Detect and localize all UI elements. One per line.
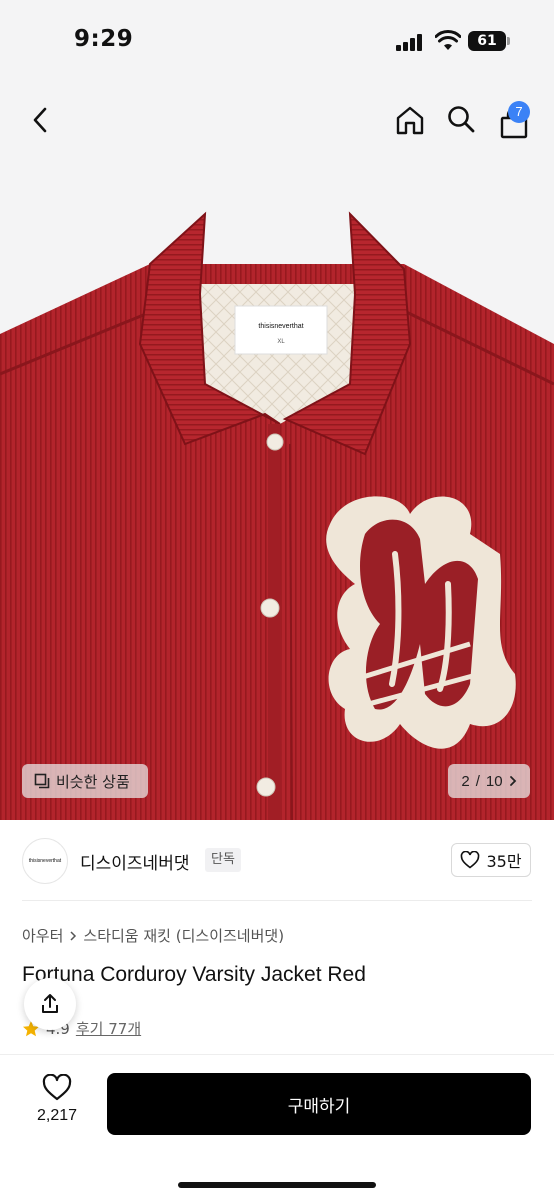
- battery-indicator: 61: [468, 31, 510, 51]
- chevron-right-icon: [70, 930, 77, 941]
- home-icon: [396, 106, 424, 135]
- pager-separator: /: [475, 772, 480, 790]
- breadcrumb-subcategory[interactable]: 스타디움 재킷 (디스이즈네버댓): [83, 925, 284, 946]
- status-bar: 9:29 61: [0, 0, 554, 84]
- home-button[interactable]: [392, 102, 428, 138]
- search-button[interactable]: [444, 102, 478, 136]
- breadcrumb-category[interactable]: 아우터: [22, 925, 63, 946]
- divider: [22, 900, 532, 901]
- garment-label-size: XL: [277, 339, 285, 345]
- heart-icon: [461, 851, 480, 869]
- image-pager[interactable]: 2 / 10: [448, 764, 530, 798]
- garment-label-text: thisisneverthat: [258, 323, 303, 330]
- brand-logo[interactable]: thisisneverthat: [22, 838, 68, 884]
- wishlist-button[interactable]: 2,217: [22, 1074, 92, 1134]
- wifi-icon: [435, 30, 461, 50]
- similar-products-button[interactable]: 비슷한 상품: [22, 764, 148, 798]
- pager-current: 2: [461, 772, 470, 790]
- share-icon: [42, 994, 58, 1013]
- search-icon: [448, 106, 475, 133]
- share-button[interactable]: [24, 978, 76, 1030]
- pager-total: 10: [485, 772, 503, 790]
- back-button[interactable]: [24, 104, 56, 136]
- brand-name[interactable]: 디스이즈네버댓: [80, 849, 189, 874]
- exclusive-badge: 단독: [205, 848, 241, 872]
- review-link[interactable]: 후기 77개: [76, 1018, 141, 1039]
- home-indicator: [178, 1182, 376, 1188]
- chevron-right-icon: [509, 776, 516, 786]
- brand-like-count: 35만: [486, 852, 522, 871]
- breadcrumb: 아우터 스타디움 재킷 (디스이즈네버댓): [22, 925, 284, 946]
- signal-icon: [396, 33, 426, 51]
- brand-like-button[interactable]: 35만: [451, 843, 531, 877]
- back-icon: [33, 107, 47, 133]
- cart-count-badge: 7: [508, 101, 530, 123]
- product-image[interactable]: thisisneverthat XL: [0, 84, 554, 820]
- buy-button[interactable]: 구매하기: [107, 1073, 531, 1135]
- status-time: 9:29: [74, 26, 134, 52]
- wishlist-count: 2,217: [36, 1107, 78, 1124]
- heart-icon: [42, 1074, 72, 1101]
- jacket-illustration: thisisneverthat XL: [0, 211, 554, 820]
- similar-products-label: 비슷한 상품: [56, 772, 130, 791]
- product-title: Fortuna Corduroy Varsity Jacket Red: [22, 963, 366, 986]
- similar-icon: [34, 773, 50, 789]
